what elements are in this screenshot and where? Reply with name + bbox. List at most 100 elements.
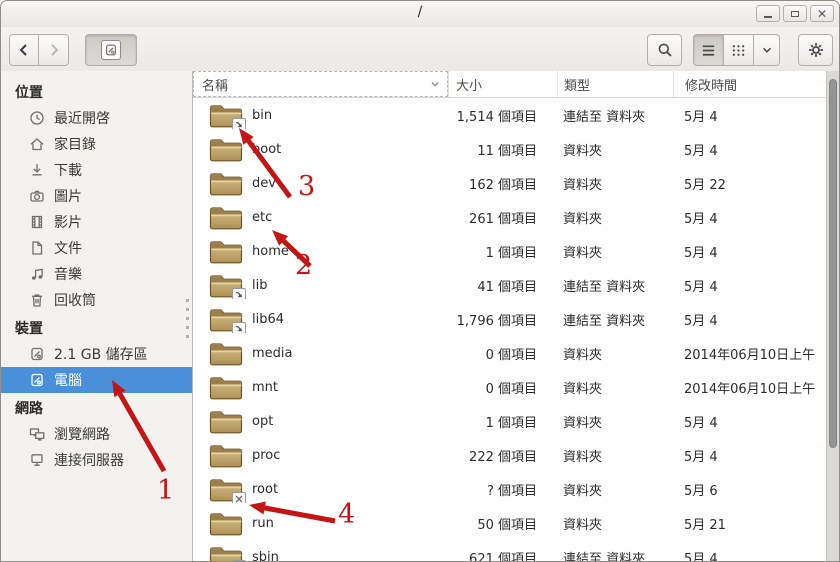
- sidebar-section-devices: 裝置 2.1 GB 儲存區 電腦: [1, 318, 192, 393]
- network-icon: [29, 426, 45, 442]
- sidebar-item-pictures[interactable]: 圖片: [1, 183, 192, 209]
- file-name: boot: [252, 142, 281, 157]
- file-type: 連結至 資料夾: [557, 548, 673, 562]
- file-row-mnt[interactable]: mnt 0 個項目 資料夾 2014年06月10日上午: [193, 370, 826, 404]
- column-header-type[interactable]: 類型: [557, 71, 673, 97]
- column-header-name-label: 名稱: [202, 75, 228, 94]
- scrollbar-thumb[interactable]: [829, 79, 837, 448]
- server-icon: [29, 452, 45, 468]
- sidebar-section-header-devices: 裝置: [1, 318, 192, 341]
- music-icon: [29, 266, 45, 282]
- file-row-run[interactable]: run 50 個項目 資料夾 5月 21: [193, 506, 826, 540]
- file-type: 資料夾: [557, 412, 673, 431]
- file-row-home[interactable]: home 1 個項目 資料夾 5月 4: [193, 234, 826, 268]
- file-modified: 5月 6: [673, 480, 826, 499]
- sort-indicator-icon: [429, 78, 441, 90]
- no-access-emblem: [232, 492, 246, 503]
- minimize-button[interactable]: [756, 5, 780, 22]
- file-modified: 5月 4: [673, 446, 826, 465]
- sidebar-item-trash[interactable]: 回收筒: [1, 287, 192, 313]
- file-row-sbin[interactable]: sbin 621 個項目 連結至 資料夾 5月 4: [193, 540, 826, 561]
- file-row-etc[interactable]: etc 261 個項目 資料夾 5月 4: [193, 200, 826, 234]
- sidebar-item-connect-server[interactable]: 連接伺服器: [1, 447, 192, 473]
- file-row-bin[interactable]: bin 1,514 個項目 連結至 資料夾 5月 4: [193, 98, 826, 132]
- maximize-icon: [791, 11, 799, 17]
- file-size: 41 個項目: [448, 276, 557, 295]
- file-name: proc: [252, 448, 280, 463]
- sidebar-item-home[interactable]: 家目錄: [1, 131, 192, 157]
- list-view-button[interactable]: [693, 34, 724, 66]
- sidebar-item-label: 家目錄: [54, 134, 96, 154]
- sidebar-item-volume-2gb[interactable]: 2.1 GB 儲存區: [1, 341, 192, 367]
- clock-icon: [29, 110, 45, 126]
- forward-button[interactable]: [39, 34, 69, 66]
- sidebar-item-recent[interactable]: 最近開啓: [1, 105, 192, 131]
- sidebar-item-label: 連接伺服器: [54, 450, 124, 470]
- grid-view-button[interactable]: [724, 34, 754, 66]
- titlebar[interactable]: / ✕: [1, 1, 839, 28]
- file-row-proc[interactable]: proc 222 個項目 資料夾 5月 4: [193, 438, 826, 472]
- file-modified: 5月 22: [673, 174, 826, 193]
- file-name-cell: dev: [193, 170, 448, 197]
- sidebar-item-music[interactable]: 音樂: [1, 261, 192, 287]
- file-row-boot[interactable]: boot 11 個項目 資料夾 5月 4: [193, 132, 826, 166]
- file-name: lib64: [252, 312, 284, 327]
- file-size: 11 個項目: [448, 140, 557, 159]
- file-row-root[interactable]: root ? 個項目 資料夾 5月 6: [193, 472, 826, 506]
- sidebar-item-label: 瀏覽網路: [54, 424, 110, 444]
- chevron-down-icon: [760, 43, 774, 57]
- folder-icon: [209, 374, 243, 401]
- maximize-button[interactable]: [783, 5, 807, 22]
- file-name-cell: mnt: [193, 374, 448, 401]
- file-modified: 5月 4: [673, 106, 826, 125]
- column-header-name[interactable]: 名稱: [193, 71, 448, 97]
- symlink-emblem: [232, 322, 246, 333]
- file-name: opt: [252, 414, 273, 429]
- file-row-opt[interactable]: opt 1 個項目 資料夾 5月 4: [193, 404, 826, 438]
- folder-icon: [209, 442, 243, 469]
- sidebar-item-videos[interactable]: 影片: [1, 209, 192, 235]
- search-icon: [657, 42, 673, 58]
- sidebar-item-computer[interactable]: 電腦: [1, 367, 192, 393]
- file-name-cell: proc: [193, 442, 448, 469]
- close-icon: ✕: [817, 8, 827, 20]
- file-size: 1,796 個項目: [448, 310, 557, 329]
- sidebar-section-header-places: 位置: [1, 82, 192, 105]
- film-icon: [29, 214, 45, 230]
- file-name-cell: boot: [193, 136, 448, 163]
- sidebar-item-browse-network[interactable]: 瀏覽網路: [1, 421, 192, 447]
- symlink-emblem: [232, 118, 246, 129]
- minimize-icon: [764, 16, 772, 18]
- file-name: media: [252, 346, 293, 361]
- drive-icon: [29, 346, 45, 362]
- vertical-scrollbar[interactable]: [826, 71, 839, 561]
- file-modified: 2014年06月10日上午: [673, 344, 826, 363]
- search-button[interactable]: [647, 34, 682, 66]
- file-list-pane: 名稱 大小 類型 修改時間 bin 1,514 個項目 連結至 資料夾 5月 4…: [193, 71, 839, 561]
- folder-icon: [209, 510, 243, 537]
- settings-button[interactable]: [798, 34, 833, 66]
- sidebar-item-label: 圖片: [54, 186, 82, 206]
- file-row-lib[interactable]: lib 41 個項目 連結至 資料夾 5月 4: [193, 268, 826, 302]
- sidebar-item-label: 最近開啓: [54, 108, 110, 128]
- column-header-modified[interactable]: 修改時間: [673, 71, 826, 97]
- pane-resize-handle[interactable]: [186, 299, 189, 338]
- folder-icon: [209, 170, 243, 197]
- file-name-cell: sbin: [193, 544, 448, 562]
- folder-icon: [209, 476, 243, 503]
- view-options-button[interactable]: [754, 34, 780, 66]
- file-type: 資料夾: [557, 480, 673, 499]
- path-button-root[interactable]: [85, 34, 137, 66]
- file-row-lib64[interactable]: lib64 1,796 個項目 連結至 資料夾 5月 4: [193, 302, 826, 336]
- sidebar-item-documents[interactable]: 文件: [1, 235, 192, 261]
- sidebar-item-label: 音樂: [54, 264, 82, 284]
- file-row-dev[interactable]: dev 162 個項目 資料夾 5月 22: [193, 166, 826, 200]
- back-button[interactable]: [9, 34, 39, 66]
- sidebar-item-downloads[interactable]: 下載: [1, 157, 192, 183]
- close-button[interactable]: ✕: [810, 5, 834, 22]
- folder-icon: [209, 544, 243, 562]
- file-name: home: [252, 244, 289, 259]
- file-modified: 5月 4: [673, 208, 826, 227]
- column-header-size[interactable]: 大小: [448, 71, 557, 97]
- file-row-media[interactable]: media 0 個項目 資料夾 2014年06月10日上午: [193, 336, 826, 370]
